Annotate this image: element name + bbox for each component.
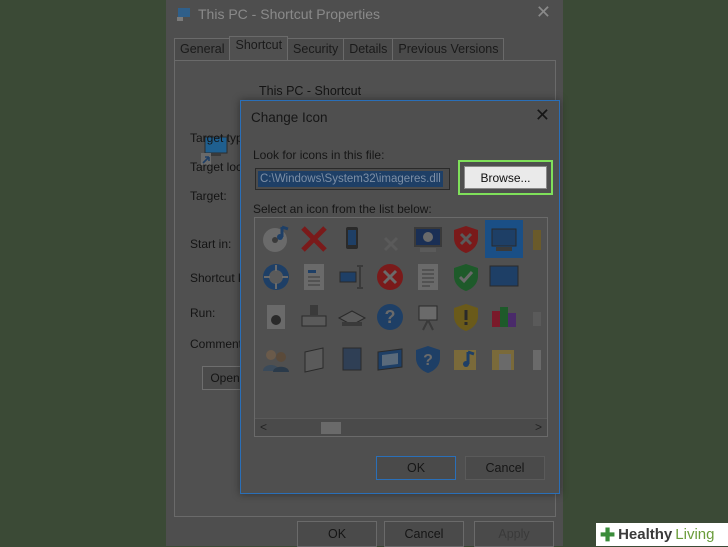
red-x-icon[interactable] xyxy=(295,220,333,258)
properties-title: This PC - Shortcut Properties xyxy=(198,6,381,22)
red-circle-x-icon[interactable] xyxy=(371,258,409,296)
close-icon[interactable]: ✕ xyxy=(536,2,551,23)
horizontal-scrollbar[interactable]: < > xyxy=(255,418,547,436)
resize-icon[interactable] xyxy=(333,258,371,296)
shield-red-x-icon[interactable] xyxy=(447,220,485,258)
browse-highlight: Browse... xyxy=(458,160,553,195)
tab-previous-versions[interactable]: Previous Versions xyxy=(392,38,505,60)
icon-list: ? ? < > xyxy=(254,217,548,535)
target-type-label: Target typ xyxy=(190,131,243,145)
blue-screen-icon[interactable] xyxy=(485,258,523,296)
start-in-label: Start in: xyxy=(190,237,232,251)
watermark-text-a: Healthy xyxy=(618,526,673,543)
tab-details[interactable]: Details xyxy=(343,38,394,60)
gray-x-icon[interactable] xyxy=(371,220,409,258)
properties-title-bar: This PC - Shortcut Properties xyxy=(176,4,380,24)
shortcut-name: This PC - Shortcut xyxy=(259,84,362,98)
scroll-right-icon[interactable]: > xyxy=(535,420,542,434)
folder-doc-icon[interactable] xyxy=(485,340,523,378)
shield-question-icon[interactable]: ? xyxy=(409,340,447,378)
monitor-frame-icon[interactable] xyxy=(371,340,409,378)
background-left xyxy=(0,0,166,546)
change-icon-dialog: Change Icon ✕ Look for icons in this fil… xyxy=(240,100,560,494)
svg-text:?: ? xyxy=(385,307,396,327)
question-circle-icon[interactable]: ? xyxy=(371,298,409,336)
users-icon[interactable] xyxy=(257,340,295,378)
watermark-text-b: Living xyxy=(675,526,715,543)
monitor-moon-icon[interactable] xyxy=(409,220,447,258)
dialog-ok-button[interactable]: OK xyxy=(376,456,456,480)
partial-folder-icon[interactable] xyxy=(523,220,547,258)
icon-grid[interactable]: ? ? < > xyxy=(254,217,548,437)
scroll-thumb[interactable] xyxy=(321,422,341,434)
panel-icon[interactable] xyxy=(333,340,371,378)
dialog-cancel-button[interactable]: Cancel xyxy=(465,456,545,480)
tab-shortcut[interactable]: Shortcut xyxy=(229,36,289,62)
dialog-close-icon[interactable]: ✕ xyxy=(535,105,550,126)
shortcut-key-label: Shortcut k xyxy=(190,271,245,285)
shortcut-app-icon xyxy=(177,8,190,21)
partial-gray-icon[interactable] xyxy=(523,298,547,336)
svg-text:?: ? xyxy=(423,352,433,369)
background-right xyxy=(563,0,728,546)
programs-icon[interactable] xyxy=(485,298,523,336)
comment-label: Comment: xyxy=(190,337,246,351)
scanner-icon[interactable] xyxy=(333,298,371,336)
text-document-icon[interactable] xyxy=(409,258,447,296)
document-icon[interactable] xyxy=(295,258,333,296)
tab-general[interactable]: General xyxy=(174,38,231,60)
dialog-title: Change Icon xyxy=(251,110,328,125)
clock-disc-icon[interactable] xyxy=(257,258,295,296)
healthy-living-watermark: ✚ Healthy Living xyxy=(596,523,728,546)
target-location-label: Target loc xyxy=(190,160,243,174)
tab-strip: General Shortcut Security Details Previo… xyxy=(174,36,505,62)
look-for-icons-label: Look for icons in this file: xyxy=(253,148,385,162)
phone-icon[interactable] xyxy=(333,220,371,258)
tab-security[interactable]: Security xyxy=(287,38,345,60)
cd-music-icon[interactable] xyxy=(257,220,295,258)
scroll-left-icon[interactable]: < xyxy=(260,420,267,434)
icon-file-path-input[interactable]: C:\Windows\System32\imageres.dll xyxy=(255,168,450,190)
shield-warning-icon[interactable] xyxy=(447,298,485,336)
partial-doc-icon[interactable] xyxy=(523,340,547,378)
monitor-selected-icon[interactable] xyxy=(485,220,523,258)
target-label: Target: xyxy=(190,189,227,203)
run-label: Run: xyxy=(190,306,216,320)
plus-logo-icon: ✚ xyxy=(600,524,616,545)
icon-file-path-value: C:\Windows\System32\imageres.dll xyxy=(258,171,443,187)
shield-check-icon[interactable] xyxy=(447,258,485,296)
server-icon[interactable] xyxy=(295,340,333,378)
projector-icon[interactable] xyxy=(409,298,447,336)
browse-button[interactable]: Browse... xyxy=(464,166,547,189)
folder-music-icon[interactable] xyxy=(447,340,485,378)
select-icon-label: Select an icon from the list below: xyxy=(253,202,432,216)
drive-icon[interactable] xyxy=(295,298,333,336)
speaker-document-icon[interactable] xyxy=(257,298,295,336)
